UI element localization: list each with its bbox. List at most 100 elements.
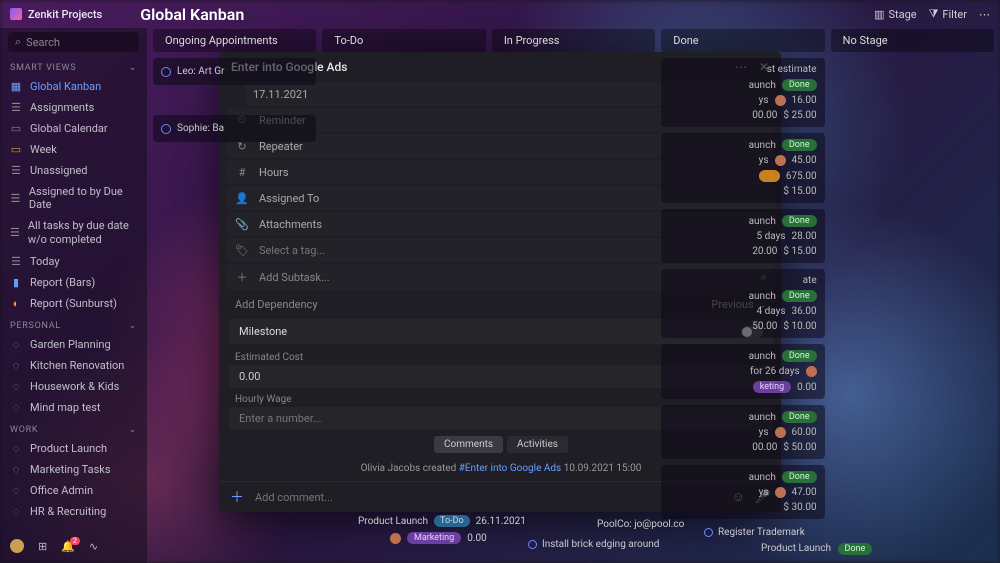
column-todo[interactable]: To-Do (322, 29, 485, 52)
search-placeholder: Search (26, 36, 60, 49)
nav-assignments[interactable]: ☰Assignments (0, 97, 147, 118)
search-input[interactable]: ⌕ Search (8, 32, 139, 52)
chevron-down-icon: ⌄ (129, 425, 137, 435)
chevron-down-icon: ⌄ (129, 63, 137, 73)
nav-global-calendar[interactable]: ▭Global Calendar (0, 118, 147, 139)
filter-button[interactable]: ⧩ Filter (929, 7, 967, 21)
card-fragment: Product Launch Done (761, 543, 872, 555)
card-fragment: Install brick edging around (528, 539, 659, 550)
list-icon: ☰ (10, 192, 21, 204)
more-menu[interactable]: ⋯ (979, 8, 990, 21)
week-icon: ▭ (10, 144, 22, 156)
radio-icon (161, 67, 171, 77)
status-done-chip: Done (782, 350, 817, 362)
column-nostage[interactable]: No Stage (831, 29, 994, 52)
radio-icon (528, 540, 537, 549)
chevron-down-icon: ⌄ (129, 321, 137, 331)
nav-assigned-due[interactable]: ☰Assigned to by Due Date (0, 181, 147, 215)
column-inprogress[interactable]: In Progress (492, 29, 655, 52)
nav-marketing-tasks[interactable]: ◌Marketing Tasks (0, 459, 147, 480)
list-icon: ☰ (10, 165, 22, 177)
sidebar: ⌕ Search SMART VIEWS ⌄ ▦Global Kanban ☰A… (0, 28, 147, 563)
nav-housework[interactable]: ◌Housework & Kids (0, 376, 147, 397)
assignee-avatar (806, 366, 817, 377)
nav-garden[interactable]: ◌Garden Planning (0, 334, 147, 355)
nav-all-tasks[interactable]: ☰All tasks by due date w/o completed (0, 215, 147, 251)
assignee-avatar (390, 533, 401, 544)
section-label: SMART VIEWS (10, 63, 76, 73)
card-fragment: Register Trademark (704, 527, 805, 538)
card-fragment: PoolCo: jo@pool.co (597, 519, 684, 530)
status-done-chip: Done (782, 411, 817, 423)
tag-chip (759, 170, 780, 182)
project-icon: ◌ (10, 505, 22, 517)
nav-global-kanban[interactable]: ▦Global Kanban (0, 76, 147, 97)
nav-report-sunburst[interactable]: ◐Report (Sunburst) (0, 293, 147, 314)
nav-mindmap[interactable]: ◌Mind map test (0, 397, 147, 418)
status-done-chip: Done (782, 79, 817, 91)
status-done-chip: Done (838, 543, 873, 555)
section-label: PERSONAL (10, 321, 61, 331)
section-smart-views[interactable]: SMART VIEWS ⌄ (0, 56, 147, 76)
kanban-board: Ongoing Appointments Leo: Art Gr Sophie:… (147, 29, 1000, 563)
user-avatar[interactable] (10, 539, 24, 553)
app-brand[interactable]: Zenkit Projects (10, 8, 102, 21)
list-icon: ☰ (10, 227, 20, 239)
columns-icon: ▥ (874, 8, 884, 21)
nav-today[interactable]: ☰Today (0, 251, 147, 272)
tag-marketing-chip: Marketing (407, 532, 461, 544)
section-personal[interactable]: PERSONAL ⌄ (0, 314, 147, 334)
card-fragment: Product Launch To-Do 26.11.2021 (358, 515, 526, 527)
calendar-icon: ▭ (10, 123, 22, 135)
search-icon: ⌕ (15, 35, 21, 49)
nav-office-admin[interactable]: ◌Office Admin (0, 480, 147, 501)
app-logo (10, 8, 22, 20)
status-todo-chip: To-Do (434, 515, 470, 527)
funnel-icon: ⧩ (929, 7, 939, 21)
assignee-avatar (775, 427, 786, 438)
nav-product-launch[interactable]: ◌Product Launch (0, 438, 147, 459)
assignee-avatar (775, 95, 786, 106)
notification-count: 2 (70, 537, 80, 545)
nav-hr[interactable]: ◌HR & Recruiting (0, 501, 147, 522)
radio-icon (161, 124, 171, 134)
page-title: Global Kanban (140, 5, 244, 24)
status-done-chip: Done (782, 139, 817, 151)
nav-unassigned[interactable]: ☰Unassigned (0, 160, 147, 181)
nav-report-bars[interactable]: ▮Report (Bars) (0, 272, 147, 293)
radio-icon (704, 528, 713, 537)
section-label: WORK (10, 425, 38, 435)
assignee-avatar (775, 155, 786, 166)
column-ongoing[interactable]: Ongoing Appointments (153, 29, 316, 52)
project-icon: ◌ (10, 442, 22, 454)
card-leo[interactable]: Leo: Art Gr (153, 58, 316, 85)
project-icon: ◌ (10, 484, 22, 496)
sunburst-icon: ◐ (10, 297, 22, 309)
nav-kitchen[interactable]: ◌Kitchen Renovation (0, 355, 147, 376)
status-done-chip: Done (782, 471, 817, 483)
tag-marketing-chip: keting (753, 381, 791, 393)
project-icon: ◌ (10, 463, 22, 475)
project-icon: ◌ (10, 338, 22, 350)
filter-label: Filter (942, 8, 967, 21)
kanban-icon: ▦ (10, 81, 22, 93)
stage-button[interactable]: ▥ Stage (874, 8, 917, 21)
notifications-icon[interactable]: 🔔2 (61, 540, 75, 553)
list-icon: ☰ (10, 102, 22, 114)
card-sophie[interactable]: Sophie: Ba (153, 115, 316, 142)
bars-icon: ▮ (10, 276, 22, 288)
project-icon: ◌ (10, 380, 22, 392)
apps-icon[interactable]: ⊞ (38, 540, 47, 553)
column-done[interactable]: Done (661, 29, 824, 52)
nav-week[interactable]: ▭Week (0, 139, 147, 160)
list-icon: ☰ (10, 255, 22, 267)
app-name: Zenkit Projects (28, 8, 102, 21)
project-icon: ◌ (10, 359, 22, 371)
project-icon: ◌ (10, 401, 22, 413)
assignee-avatar (775, 487, 786, 498)
card-fragment: Marketing 0.00 (390, 532, 487, 544)
status-done-chip: Done (782, 215, 817, 227)
stage-label: Stage (888, 8, 916, 21)
activity-icon[interactable]: ∿ (89, 540, 98, 553)
section-work[interactable]: WORK ⌄ (0, 418, 147, 438)
